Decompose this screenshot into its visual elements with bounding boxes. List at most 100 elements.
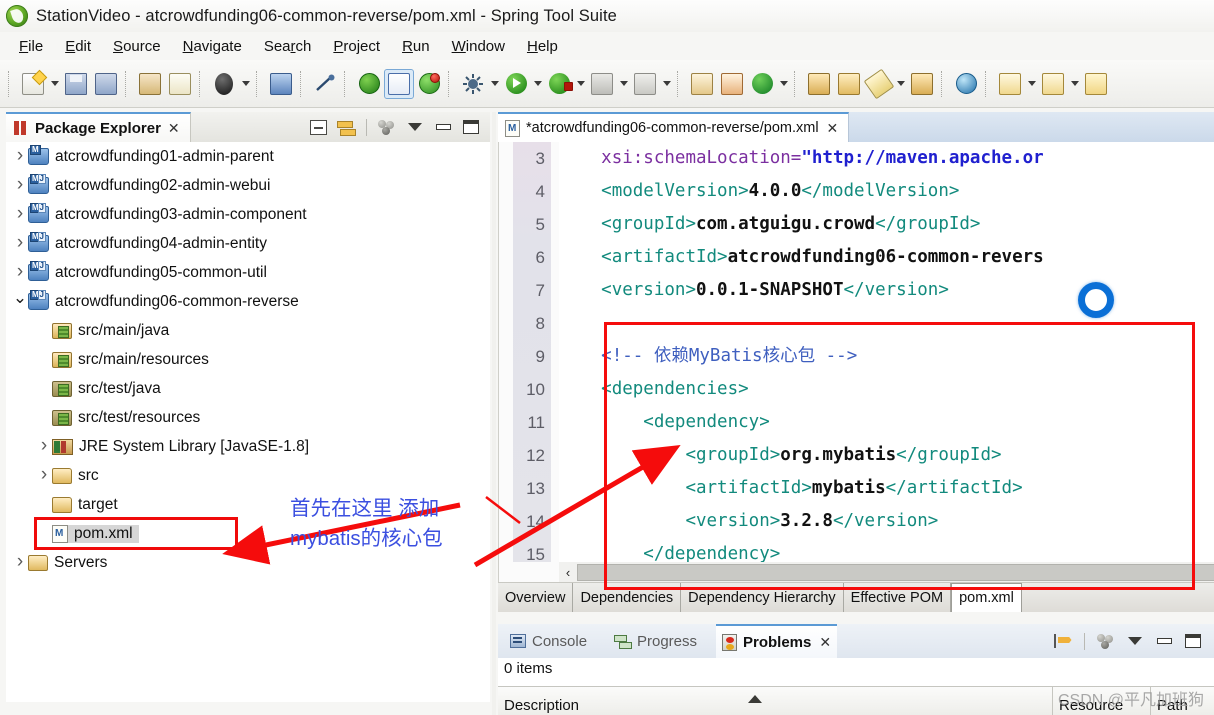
editor-page-tab-dependency-hierarchy[interactable]: Dependency Hierarchy [681,583,844,612]
tree-item-atcrowdfunding06-common-reverse[interactable]: atcrowdfunding06-common-reverse [6,287,490,316]
stop-dropdown-icon[interactable] [617,71,630,97]
close-icon[interactable]: ✕ [827,120,839,137]
run-icon[interactable] [502,70,530,98]
editor-page-tab-dependencies[interactable]: Dependencies [573,583,682,612]
profile-icon[interactable] [631,70,659,98]
previous-annotation-icon[interactable] [996,70,1024,98]
back-history-icon[interactable] [1082,70,1110,98]
editor-horizontal-scrollbar[interactable]: ‹ [559,562,1214,582]
tree-item-src-main-java[interactable]: src/main/java [6,316,490,345]
close-icon[interactable]: ✕ [819,634,831,651]
editor-page-tab-overview[interactable]: Overview [498,583,574,612]
archive-icon[interactable] [908,70,936,98]
save-all-icon[interactable] [92,70,120,98]
tree-item-src-test-java[interactable]: src/test/java [6,374,490,403]
chevron-right-icon[interactable] [12,555,28,570]
tree-item-atcrowdfunding02-admin-webui[interactable]: atcrowdfunding02-admin-webui [6,171,490,200]
code-line[interactable]: <groupId>org.mybatis</groupId> [559,439,1214,472]
open-type-icon[interactable] [835,70,863,98]
debug-dropdown-icon[interactable] [488,71,501,97]
refresh-icon[interactable] [415,70,443,98]
skip-breakpoints-icon[interactable] [311,70,339,98]
tree-item-src-test-resources[interactable]: src/test/resources [6,403,490,432]
menu-project[interactable]: Project [322,36,391,57]
code-line[interactable]: <dependency> [559,406,1214,439]
minimize-view-icon[interactable] [430,115,456,139]
next-annotation-dropdown-icon[interactable] [1068,71,1081,97]
toggle-markers-icon[interactable] [384,68,414,99]
code-line[interactable]: <dependencies> [559,373,1214,406]
menu-search[interactable]: Search [253,36,323,57]
tab-pom-xml[interactable]: *atcrowdfunding06-common-reverse/pom.xml… [498,112,850,142]
code-line[interactable]: <modelVersion>4.0.0</modelVersion> [559,175,1214,208]
tree-item-src-main-resources[interactable]: src/main/resources [6,345,490,374]
new-grails-icon[interactable] [748,70,776,98]
code-line[interactable]: <groupId>com.atguigu.crowd</groupId> [559,208,1214,241]
tab-progress[interactable]: Progress [608,624,703,658]
editor-page-tab-effective-pom[interactable]: Effective POM [844,583,952,612]
link-resource-icon[interactable] [166,70,194,98]
debug-icon[interactable] [459,70,487,98]
tree-item-atcrowdfunding05-common-util[interactable]: atcrowdfunding05-common-util [6,258,490,287]
code-line[interactable]: <!-- 依赖MyBatis核心包 --> [559,340,1214,373]
view-menu-icon[interactable] [1122,629,1148,653]
restart-server-icon[interactable] [355,70,383,98]
previous-annotation-dropdown-icon[interactable] [1025,71,1038,97]
editor-body[interactable]: 3 4 5 6 7 8 9 10 11 12 13 14 15 xsi:schemaLocation="… [498,142,1214,582]
chevron-right-icon[interactable] [12,265,28,280]
minimize-view-icon[interactable] [1151,629,1177,653]
menu-help[interactable]: Help [516,36,569,57]
web-browser-icon[interactable] [952,70,980,98]
collapse-all-icon[interactable] [305,115,331,139]
chevron-right-icon[interactable] [36,468,52,483]
code-line[interactable]: <artifactId>atcrowdfunding06-common-reve… [559,241,1214,274]
chevron-right-icon[interactable] [12,149,28,164]
scrollbar-thumb[interactable] [577,563,1214,581]
menu-navigate[interactable]: Navigate [172,36,253,57]
edit-icon[interactable] [863,68,895,99]
new-java-class-icon[interactable] [688,70,716,98]
code-line[interactable] [559,307,1214,340]
run-error-dropdown-icon[interactable] [574,71,587,97]
code-area[interactable]: xsi:schemaLocation="http://maven.apache.… [559,142,1214,582]
view-menu-icon[interactable] [402,115,428,139]
new-wizard-dropdown-icon[interactable] [48,71,61,97]
run-dropdown-icon[interactable] [531,71,544,97]
column-description[interactable]: Description [498,686,1053,715]
tree-item-atcrowdfunding03-admin-component[interactable]: atcrowdfunding03-admin-component [6,200,490,229]
tab-console[interactable]: Console [504,624,593,658]
code-line[interactable]: xsi:schemaLocation="http://maven.apache.… [559,142,1214,175]
editor-page-tab-pom-xml[interactable]: pom.xml [951,583,1022,612]
new-package-icon[interactable] [805,70,833,98]
tree-item-src[interactable]: src [6,461,490,490]
tree-item-atcrowdfunding04-admin-entity[interactable]: atcrowdfunding04-admin-entity [6,229,490,258]
project-tree[interactable]: atcrowdfunding01-admin-parent atcrowdfund… [6,142,490,702]
close-icon[interactable]: ✕ [168,120,180,137]
menu-source[interactable]: Source [102,36,172,57]
save-icon[interactable] [62,70,90,98]
stop-icon[interactable] [588,70,616,98]
chevron-down-icon[interactable] [12,294,28,309]
print-icon[interactable] [136,70,164,98]
code-line[interactable]: <version>0.0.1-SNAPSHOT</version> [559,274,1214,307]
tree-item-jre-system-library-javase-1-8-[interactable]: JRE System Library [JavaSE-1.8] [6,432,490,461]
maximize-view-icon[interactable] [1180,629,1206,653]
panel-divider[interactable] [492,112,496,715]
search-dropdown-icon[interactable] [239,71,252,97]
tab-problems[interactable]: Problems ✕ [716,624,838,658]
profile-dropdown-icon[interactable] [660,71,673,97]
new-grails-dropdown-icon[interactable] [777,71,790,97]
code-line[interactable]: <version>3.2.8</version> [559,505,1214,538]
tab-package-explorer[interactable]: Package Explorer ✕ [6,112,191,142]
chevron-right-icon[interactable] [12,236,28,251]
new-table-icon[interactable] [718,70,746,98]
next-annotation-icon[interactable] [1039,70,1067,98]
menu-run[interactable]: Run [391,36,441,57]
menu-window[interactable]: Window [441,36,516,57]
scroll-left-icon[interactable]: ‹ [559,565,577,580]
view-menu-filters-icon[interactable] [374,115,400,139]
chevron-right-icon[interactable] [12,178,28,193]
menu-edit[interactable]: Edit [54,36,102,57]
chevron-right-icon[interactable] [12,207,28,222]
edit-dropdown-icon[interactable] [894,71,907,97]
